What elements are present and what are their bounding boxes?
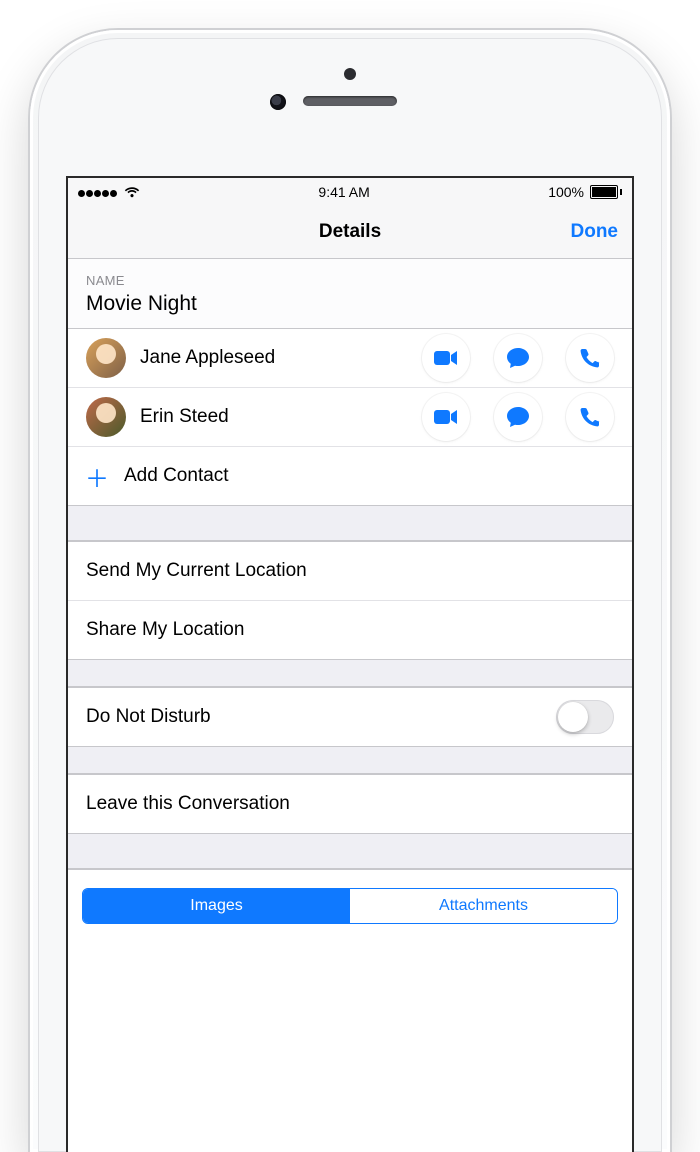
add-contact-button[interactable]: ＋ Add Contact (68, 447, 632, 506)
dnd-label: Do Not Disturb (86, 706, 211, 728)
share-location-label: Share My Location (86, 619, 244, 641)
section-gap (68, 506, 632, 541)
contact-row[interactable]: Erin Steed (68, 388, 632, 447)
screen: 9:41 AM 100% Details Done (66, 176, 634, 1152)
earpiece-speaker (303, 96, 397, 106)
leave-conversation-button[interactable]: Leave this Conversation (68, 775, 632, 834)
add-contact-label: Add Contact (124, 465, 229, 487)
phone-call-button[interactable] (566, 334, 614, 382)
attachments-section: Images Attachments (68, 869, 632, 924)
plus-icon: ＋ (86, 459, 108, 494)
signal-dots-icon (78, 184, 118, 200)
proximity-sensor (344, 68, 356, 80)
video-call-button[interactable] (422, 393, 470, 441)
front-camera (270, 94, 286, 110)
group-name-field[interactable]: NAME Movie Night (68, 259, 632, 329)
contact-name: Jane Appleseed (140, 347, 398, 369)
page-title: Details (319, 221, 381, 243)
segment-attachments[interactable]: Attachments (350, 889, 617, 923)
section-gap (68, 834, 632, 869)
share-location-button[interactable]: Share My Location (68, 601, 632, 660)
phone-frame: 9:41 AM 100% Details Done (30, 30, 670, 1152)
send-location-label: Send My Current Location (86, 560, 307, 582)
do-not-disturb-row: Do Not Disturb (68, 688, 632, 747)
name-header: NAME (86, 265, 614, 290)
phone-call-button[interactable] (566, 393, 614, 441)
section-gap (68, 660, 632, 687)
send-location-button[interactable]: Send My Current Location (68, 542, 632, 601)
wifi-icon (124, 186, 140, 198)
section-gap (68, 747, 632, 774)
battery-icon (590, 185, 622, 199)
video-call-button[interactable] (422, 334, 470, 382)
nav-bar: Details Done (68, 206, 632, 259)
avatar (86, 338, 126, 378)
done-button[interactable]: Done (571, 206, 619, 258)
status-bar: 9:41 AM 100% (68, 178, 632, 206)
leave-label: Leave this Conversation (86, 793, 290, 815)
status-time: 9:41 AM (318, 184, 369, 200)
toggle-knob (558, 702, 588, 732)
message-button[interactable] (494, 334, 542, 382)
group-name-value: Movie Night (86, 292, 614, 316)
avatar (86, 397, 126, 437)
contact-row[interactable]: Jane Appleseed (68, 329, 632, 388)
message-button[interactable] (494, 393, 542, 441)
battery-percent: 100% (548, 184, 584, 200)
contact-name: Erin Steed (140, 406, 398, 428)
segmented-control: Images Attachments (82, 888, 618, 924)
dnd-toggle[interactable] (556, 700, 614, 734)
segment-images[interactable]: Images (83, 889, 350, 923)
